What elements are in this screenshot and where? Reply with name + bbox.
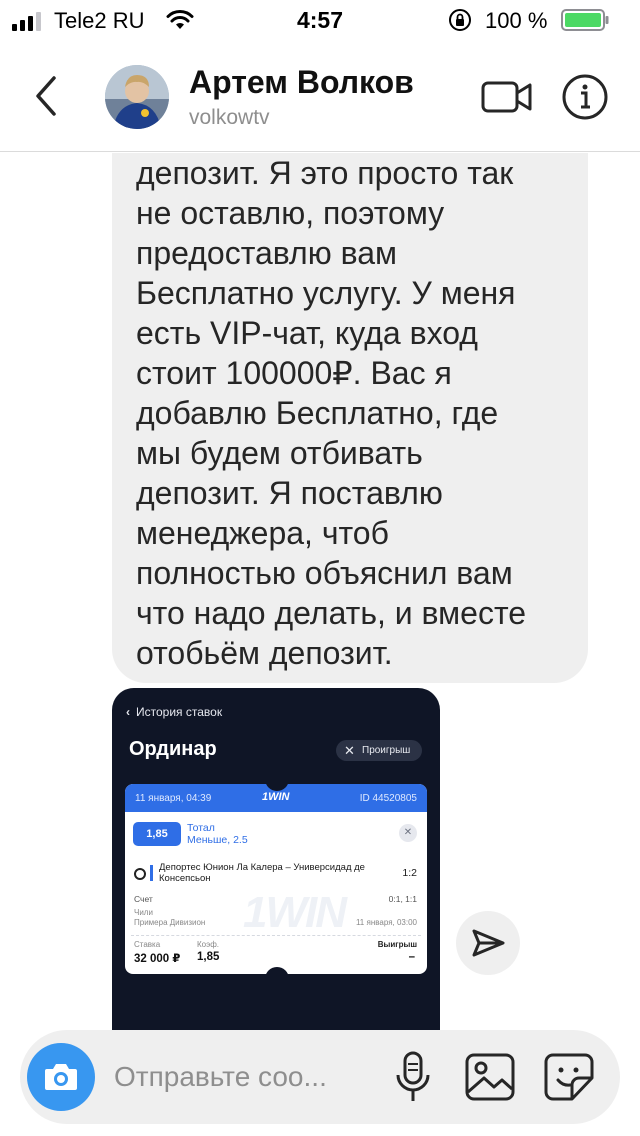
screenshot-back-text: История ставок	[136, 705, 223, 719]
league: Чили Примера Дивизион	[134, 908, 205, 928]
brand-logo: 1WIN	[262, 791, 290, 803]
contact-name[interactable]: Артем Волков	[189, 64, 414, 101]
win-label: Выигрыш	[377, 940, 417, 949]
screenshot-back-label: ‹ История ставок	[126, 705, 222, 719]
league-country: Чили	[134, 908, 153, 917]
chevron-left-icon: ‹	[126, 705, 130, 719]
league-name: Примера Дивизион	[134, 918, 206, 927]
message-input[interactable]	[114, 1057, 384, 1097]
screenshot-title: Ординар	[129, 738, 217, 760]
divider	[131, 935, 421, 936]
ticket-id: ID 44520805	[359, 793, 417, 804]
message-text: депозит. Я это просто так не оставлю, по…	[136, 155, 527, 671]
battery-icon	[561, 9, 609, 31]
share-button[interactable]	[456, 911, 520, 975]
match-score: 1:2	[402, 867, 417, 879]
loss-badge: ✕ Проигрыш	[336, 740, 422, 761]
message-composer	[20, 1030, 620, 1124]
ticket-date: 11 января, 04:39	[135, 793, 212, 804]
bet-market: Тотал Меньше, 2.5	[187, 822, 248, 846]
chat-header: Артем Волков volkowtv	[0, 40, 640, 152]
stake-value: 32 000 ₽	[134, 953, 181, 965]
brand-watermark: 1WIN	[243, 888, 347, 937]
bet-ticket: 11 января, 04:39 1WIN ID 44520805 1WIN 1…	[125, 784, 427, 974]
stake-label: Ставка	[134, 940, 161, 949]
chat-thread[interactable]: депозит. Я это просто так не оставлю, по…	[0, 153, 640, 1030]
bet-market-line2: Меньше, 2.5	[187, 834, 248, 846]
camera-icon	[45, 1064, 77, 1090]
ticket-notch	[265, 967, 289, 974]
loss-badge-text: Проигрыш	[362, 745, 411, 756]
bet-market-line1: Тотал	[187, 822, 215, 834]
soccer-ball-icon	[134, 868, 146, 880]
close-icon: ✕	[399, 824, 417, 842]
match-indicator	[150, 865, 153, 881]
shared-screenshot[interactable]: ‹ История ставок Ординар ✕ Проигрыш 11 янв…	[112, 688, 440, 1030]
coef-label: Коэф.	[197, 940, 219, 949]
gallery-icon[interactable]	[464, 1052, 516, 1102]
close-icon: ✕	[344, 743, 355, 758]
score-detail: 0:1, 1:1	[388, 894, 417, 904]
status-bar: Tele2 RU 4:57 100 %	[0, 0, 640, 40]
video-call-icon[interactable]	[481, 77, 533, 117]
win-value: –	[408, 951, 415, 963]
battery-percent: 100 %	[485, 8, 548, 33]
sticker-icon[interactable]	[543, 1052, 595, 1102]
camera-button[interactable]	[27, 1043, 95, 1111]
microphone-icon[interactable]	[393, 1050, 433, 1104]
send-icon	[472, 929, 505, 957]
info-icon[interactable]	[561, 73, 609, 121]
contact-username[interactable]: volkowtv	[189, 106, 270, 130]
match-date: 11 января, 03:00	[355, 918, 417, 927]
coef-value: 1,85	[197, 951, 220, 963]
odds-pill: 1,85	[133, 822, 181, 846]
match-title: Депортес Юнион Ла Калера – Универсидад д…	[159, 862, 365, 884]
score-label: Счет	[134, 894, 153, 904]
avatar[interactable]	[105, 65, 169, 129]
back-button[interactable]	[28, 72, 64, 120]
rotation-lock-icon	[449, 9, 471, 31]
avatar-photo	[105, 65, 169, 129]
